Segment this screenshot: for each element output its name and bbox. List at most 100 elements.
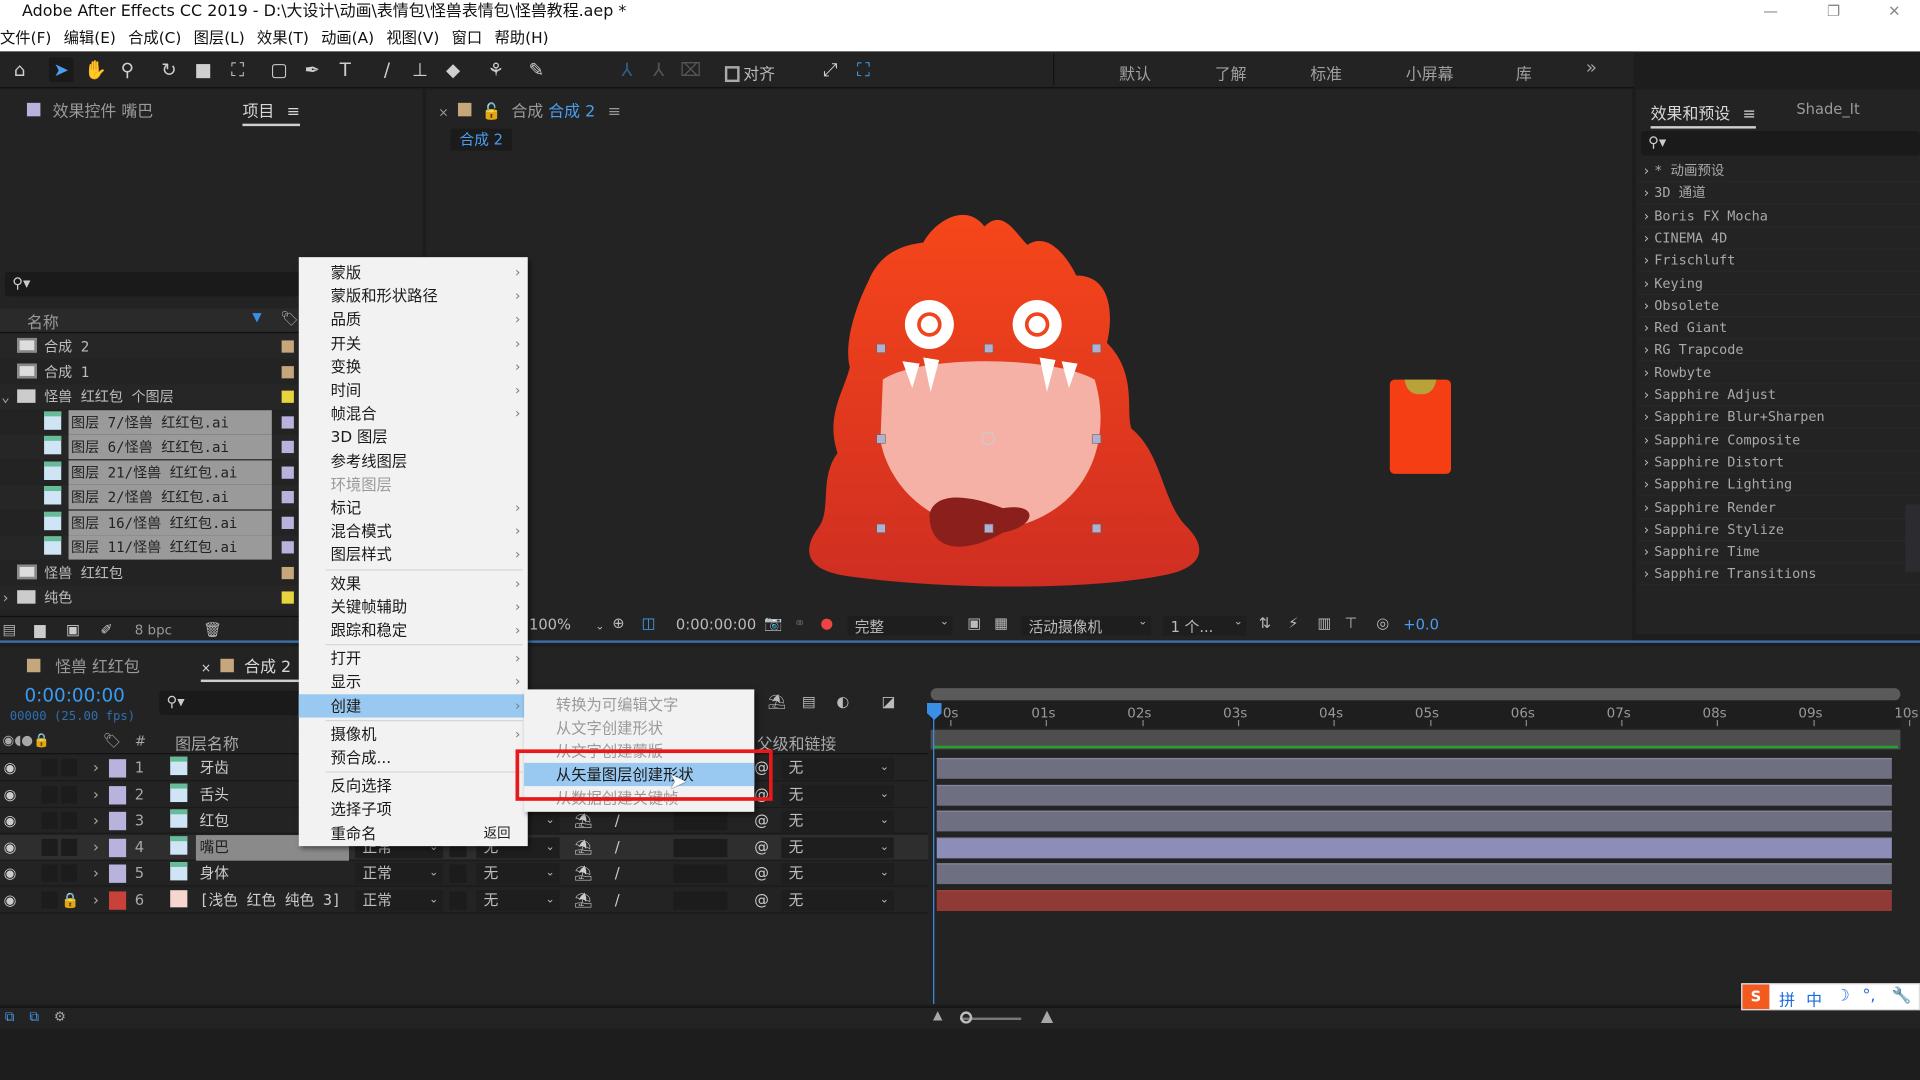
interpret-footage-icon[interactable]: ▤ [2,621,16,638]
new-comp-icon[interactable]: ▣ [66,621,80,638]
expand-chevron-icon[interactable]: › [93,808,99,834]
effects-category[interactable]: › CINEMA 4D [1638,228,1920,250]
close-tab-icon[interactable]: × [201,662,211,675]
context-menu-item[interactable]: 摄像机 › [299,722,528,745]
workspace-learn[interactable]: 了解 [1215,61,1247,84]
lock-toggle[interactable] [61,759,78,777]
context-menu-item[interactable]: 显示 › [299,670,528,693]
chevron-right-icon[interactable]: › [1,585,9,609]
menu-item[interactable]: 编辑(E) [64,24,120,51]
layer-duration-bar[interactable] [936,863,1892,885]
workspace-libraries[interactable]: 库 [1516,61,1532,84]
transparency-grid-icon[interactable]: ▦ [994,615,1008,632]
menu-item[interactable]: 合成(C) [128,24,185,51]
menu-item[interactable]: 动画(A) [321,24,378,51]
visibility-eye-icon[interactable]: ◉ [4,756,17,782]
solo-toggle[interactable] [41,785,58,803]
workspace-more-button[interactable]: » [1586,56,1597,78]
minimize-button[interactable]: — [1763,2,1778,19]
label-color-swatch[interactable] [281,516,294,529]
blend-mode-dropdown[interactable]: 正常 ⌄ [355,863,444,885]
region-of-interest-icon[interactable]: ▣ [967,615,981,632]
snapshot-icon[interactable]: 📷 [764,615,782,632]
project-item[interactable]: ⌄ 怪兽 红红包 个图层 [0,384,299,409]
context-menu-item[interactable]: 蒙版 › [299,261,528,284]
lock-toggle[interactable] [61,785,78,803]
context-menu-item[interactable]: 品质 › [299,308,528,331]
toggle-pixel-aspect-icon[interactable]: ⇅ [1259,615,1271,632]
snap-toggle[interactable]: 对齐 [724,61,775,84]
zoom-out-icon[interactable]: ▲ [933,1009,942,1022]
label-color-swatch[interactable] [281,491,294,504]
context-menu-item[interactable]: 关键帧辅助 › [299,595,528,618]
tab-shade-it[interactable]: Shade_It [1796,100,1859,117]
panel-menu-icon[interactable]: ≡ [608,103,621,121]
menu-item[interactable]: 文件(F) [0,24,55,51]
layer-duration-bar[interactable] [936,836,1892,858]
label-color-swatch[interactable] [281,415,294,428]
chevron-down-icon[interactable]: ⌄ [1,384,9,408]
hide-shy-layers-icon[interactable]: ▤ [802,693,816,710]
draft-3d-icon[interactable]: ⛱ [768,693,787,710]
context-menu-item[interactable]: 重命名 返回 [299,821,528,844]
zoom-in-icon[interactable]: ▲ [1041,1008,1053,1026]
layer-label-color[interactable] [108,759,127,778]
effects-category[interactable]: › Sapphire Transitions [1638,564,1920,586]
menu-item[interactable]: 窗口 [452,24,486,51]
effects-category[interactable]: › Boris FX Mocha [1638,205,1920,228]
tab-timeline-comp2[interactable]: × 合成 2 [200,654,312,683]
track-matte-dropdown[interactable]: 无⌄ [476,889,560,911]
track-matte-dropdown[interactable]: 无⌄ [476,863,560,885]
roto-brush-tool-icon[interactable]: ⚘ [484,58,508,82]
context-menu-item[interactable]: 效果 › [299,571,528,594]
effects-scrollbar[interactable] [1905,504,1920,572]
brush-tool-icon[interactable]: / [375,58,399,82]
layer-switches[interactable] [673,864,728,883]
safe-margins-icon[interactable]: ⊕ [612,615,624,632]
preserve-transparency-toggle[interactable] [449,864,467,883]
panel-menu-icon[interactable]: ≡ [287,103,300,121]
lock-icon[interactable]: 🔒 [61,887,79,908]
parent-dropdown[interactable]: 无 ⌄ [781,889,894,911]
effects-category[interactable]: › 3D 通道 [1638,183,1920,205]
submenu-item[interactable]: 转换为可编辑文字 [524,693,754,716]
project-item[interactable]: 怪兽 红红包 [0,560,299,585]
parent-dropdown[interactable]: 无 ⌄ [781,810,894,832]
effects-category[interactable]: › Sapphire Time [1638,541,1920,564]
context-menu-item[interactable]: 开关 › [299,331,528,354]
column-name-header[interactable]: 名称 [27,310,59,333]
effects-category[interactable]: › * 动画预设 [1638,160,1920,183]
pick-whip-icon[interactable]: @ [754,834,769,860]
layer-row[interactable]: ◉ › 5 身体 正常 ⌄ 无 ⌄ ⛱ / @ 无 ⌄ [0,860,929,887]
trash-icon[interactable]: 🗑 [203,621,222,638]
shy-switch-icon[interactable]: ⛱ [574,861,593,887]
in-out-toggle-icon[interactable]: ⚙ [54,1009,66,1025]
label-color-swatch[interactable] [281,365,294,378]
current-time-display[interactable]: 0:00:00:00 [676,616,756,633]
graph-editor-icon[interactable]: ◪ [882,693,896,710]
exposure-value[interactable]: +0.0 [1403,616,1439,633]
effects-category[interactable]: › Sapphire Distort [1638,452,1920,474]
project-item[interactable]: 图层 2/怪兽 红红包.ai [0,484,299,510]
visibility-eye-icon[interactable]: ◉ [4,887,17,913]
puppet-pin-tool-icon[interactable]: ✎ [524,58,548,82]
clone-stamp-tool-icon[interactable]: ⊥ [408,58,432,82]
project-item[interactable]: 图层 6/怪兽 红红包.ai [0,434,299,460]
transfer-controls-toggle-icon[interactable]: ⧉ [29,1009,39,1026]
context-menu-item[interactable]: 变换 › [299,355,528,378]
comp-navigator-tab[interactable]: 合成 2 [450,128,512,151]
home-icon[interactable]: ⌂ [7,58,31,82]
project-item[interactable]: 图层 21/怪兽 红红包.ai [0,459,299,485]
label-column-icon[interactable]: 🏷 [280,310,299,327]
timeline-icon[interactable]: ▥ [1318,615,1332,632]
selection-tool-icon[interactable]: ➤ [48,57,74,83]
effects-category[interactable]: › Keying [1638,272,1920,295]
effects-category[interactable]: › Sapphire Stylize [1638,519,1920,541]
bit-depth-button[interactable]: 8 bpc [135,622,184,638]
rotate-tool-icon[interactable]: ↻ [157,58,181,82]
label-color-swatch[interactable] [281,541,294,554]
visibility-eye-icon[interactable]: ◉ [4,782,17,808]
submenu-item[interactable]: 从文字创建形状 [524,716,754,739]
shy-switch-icon[interactable]: ⛱ [574,887,593,913]
layer-switches-toggle-icon[interactable]: ⧉ [5,1009,15,1026]
